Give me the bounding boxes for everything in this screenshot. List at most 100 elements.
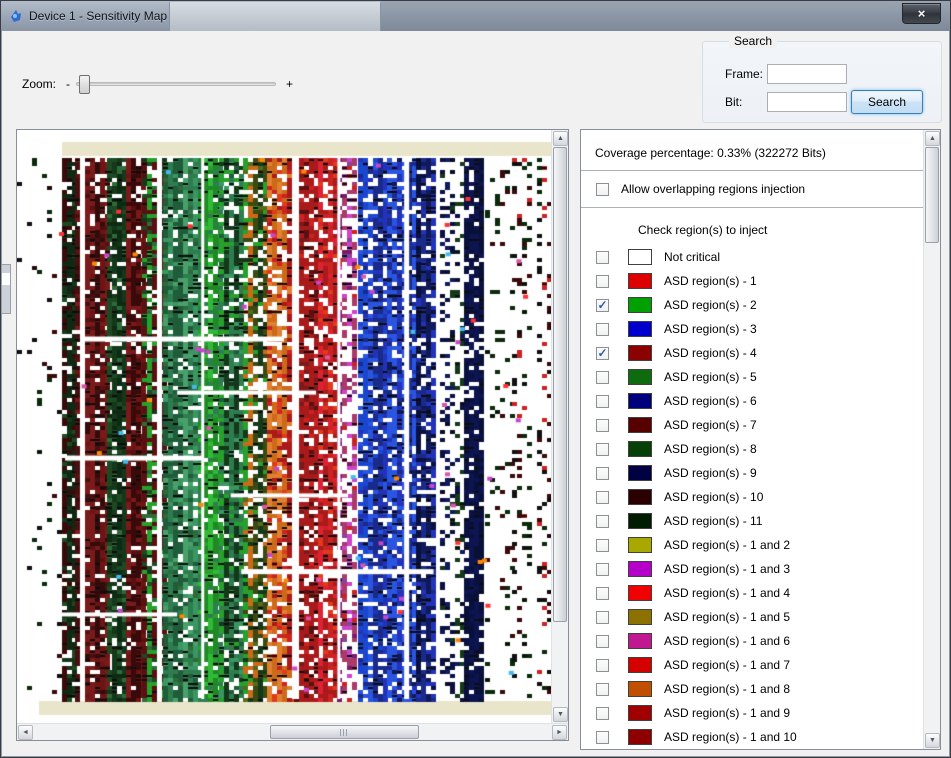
legend-label: ASD region(s) - 1 and 7: [664, 658, 790, 672]
legend-row: ✓ ASD region(s) - 4: [581, 341, 923, 365]
scroll-right-icon[interactable]: ►: [552, 725, 567, 740]
legend-checkbox[interactable]: [596, 659, 609, 672]
legend-checkbox[interactable]: [596, 251, 609, 264]
background-window-fragment: [1, 264, 11, 314]
region-panel-scrollbar[interactable]: ▲ ▼: [923, 130, 940, 749]
search-group-title: Search: [729, 34, 777, 48]
legend-row: ASD region(s) - 1 and 5: [581, 605, 923, 629]
legend-color-swatch: [628, 561, 652, 577]
zoom-slider-thumb[interactable]: [79, 75, 90, 94]
legend-label: Not critical: [664, 250, 720, 264]
legend-color-swatch: [628, 393, 652, 409]
legend-checkbox[interactable]: [596, 323, 609, 336]
legend-checkbox[interactable]: [596, 491, 609, 504]
legend-label: ASD region(s) - 6: [664, 394, 757, 408]
legend-checkbox[interactable]: [596, 539, 609, 552]
close-icon: ×: [918, 6, 926, 21]
legend-color-swatch: [628, 729, 652, 745]
legend-checkbox[interactable]: [596, 515, 609, 528]
region-panel-scroll-thumb[interactable]: [925, 147, 939, 243]
legend-color-swatch: [628, 633, 652, 649]
legend-label: ASD region(s) - 9: [664, 466, 757, 480]
legend-row: ASD region(s) - 6: [581, 389, 923, 413]
legend-color-swatch: [628, 537, 652, 553]
legend-label: ASD region(s) - 10: [664, 490, 763, 504]
window-title: Device 1 - Sensitivity Map: [29, 9, 167, 23]
scroll-up-icon[interactable]: ▲: [553, 131, 568, 146]
legend-label: ASD region(s) - 1 and 8: [664, 682, 790, 696]
zoom-slider-track[interactable]: [76, 82, 276, 86]
legend-row: ASD region(s) - 1 and 6: [581, 629, 923, 653]
search-button[interactable]: Search: [851, 90, 923, 114]
map-horizontal-scrollbar[interactable]: ◄ ►: [17, 723, 568, 740]
region-panel-content: Coverage percentage: 0.33% (322272 Bits)…: [581, 130, 923, 749]
legend-checkbox[interactable]: [596, 467, 609, 480]
coverage-text: Coverage percentage: 0.33% (322272 Bits): [595, 146, 826, 160]
legend-color-swatch: [628, 585, 652, 601]
overlap-checkbox[interactable]: [596, 183, 609, 196]
overlap-checkbox-label: Allow overlapping regions injection: [621, 182, 805, 196]
legend-label: ASD region(s) - 1 and 9: [664, 706, 790, 720]
bit-input[interactable]: [767, 92, 847, 112]
scroll-down-icon[interactable]: ▼: [553, 707, 568, 722]
sensitivity-map-panel: ▲ ▼ ◄ ►: [16, 129, 569, 741]
legend-checkbox[interactable]: [596, 707, 609, 720]
titlebar[interactable]: Device 1 - Sensitivity Map ×: [1, 1, 950, 31]
legend-checkbox[interactable]: [596, 611, 609, 624]
close-button[interactable]: ×: [902, 3, 941, 24]
sensitivity-map-view[interactable]: [17, 130, 551, 723]
legend-color-swatch: [628, 465, 652, 481]
legend-color-swatch: [628, 345, 652, 361]
legend-label: ASD region(s) - 1: [664, 274, 757, 288]
legend-checkbox[interactable]: ✓: [596, 347, 609, 360]
search-groupbox: Search Frame: Bit: Search: [702, 41, 942, 123]
zoom-in-label: +: [286, 77, 293, 91]
background-window-fragment: [2, 273, 10, 285]
legend-color-swatch: [628, 705, 652, 721]
legend-row: ASD region(s) - 11: [581, 509, 923, 533]
legend-label: ASD region(s) - 7: [664, 418, 757, 432]
scroll-left-icon[interactable]: ◄: [18, 725, 33, 740]
legend-label: ASD region(s) - 1 and 5: [664, 610, 790, 624]
legend-color-swatch: [628, 681, 652, 697]
map-vertical-scrollbar[interactable]: ▲ ▼: [551, 130, 568, 723]
legend-color-swatch: [628, 441, 652, 457]
legend-row: ASD region(s) - 8: [581, 437, 923, 461]
legend-color-swatch: [628, 417, 652, 433]
legend-row: ASD region(s) - 1 and 4: [581, 581, 923, 605]
legend-color-swatch: [628, 321, 652, 337]
frame-input[interactable]: [767, 64, 847, 84]
legend-checkbox[interactable]: ✓: [596, 299, 609, 312]
legend-row: ASD region(s) - 10: [581, 485, 923, 509]
legend-row: ASD region(s) - 1 and 9: [581, 701, 923, 725]
legend-color-swatch: [628, 273, 652, 289]
bit-label: Bit:: [725, 95, 767, 109]
legend-row: ASD region(s) - 1 and 10: [581, 725, 923, 749]
scroll-up-icon[interactable]: ▲: [925, 131, 940, 146]
legend-checkbox[interactable]: [596, 731, 609, 744]
legend-label: ASD region(s) - 1 and 4: [664, 586, 790, 600]
dialog-body: Zoom: - + Search Frame: Bit: Search: [2, 31, 949, 756]
legend-checkbox[interactable]: [596, 395, 609, 408]
map-horizontal-scroll-thumb[interactable]: [270, 725, 419, 739]
legend-row: ASD region(s) - 5: [581, 365, 923, 389]
legend-row: ASD region(s) - 7: [581, 413, 923, 437]
legend-checkbox[interactable]: [596, 443, 609, 456]
legend-checkbox[interactable]: [596, 275, 609, 288]
legend-color-swatch: [628, 249, 652, 265]
legend-checkbox[interactable]: [596, 419, 609, 432]
legend-label: ASD region(s) - 4: [664, 346, 757, 360]
legend-color-swatch: [628, 657, 652, 673]
legend-checkbox[interactable]: [596, 683, 609, 696]
sensitivity-map-canvas[interactable]: [17, 130, 551, 723]
legend-color-swatch: [628, 369, 652, 385]
legend-checkbox[interactable]: [596, 563, 609, 576]
legend-row: ASD region(s) - 1: [581, 269, 923, 293]
map-vertical-scroll-thumb[interactable]: [553, 147, 567, 622]
legend-checkbox[interactable]: [596, 635, 609, 648]
scroll-down-icon[interactable]: ▼: [925, 733, 940, 748]
legend-checkbox[interactable]: [596, 371, 609, 384]
legend-checkbox[interactable]: [596, 587, 609, 600]
legend-label: ASD region(s) - 1 and 2: [664, 538, 790, 552]
legend-label: ASD region(s) - 2: [664, 298, 757, 312]
